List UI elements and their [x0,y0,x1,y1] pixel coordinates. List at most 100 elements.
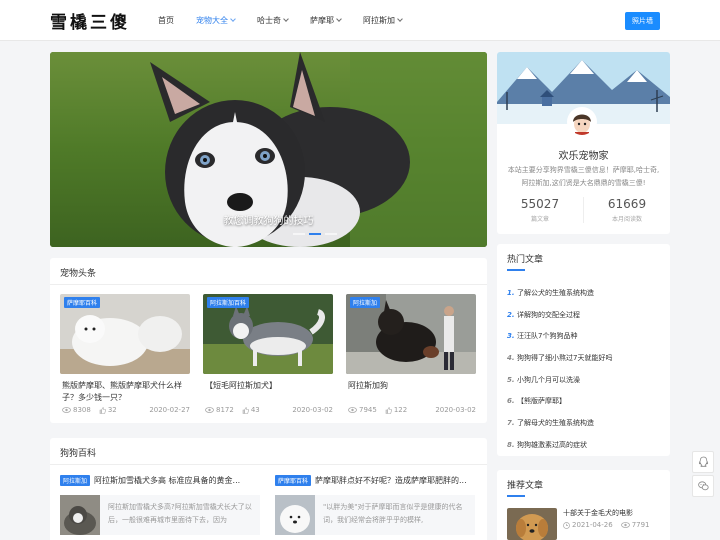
encyclopedia-item-body: "以胖为美"对于萨摩耶而言似乎是健康的代名词，我们经常会将胖乎乎的模样, [275,495,475,535]
hot-article-item[interactable]: 3. 汪汪队7个狗狗品种 [507,325,662,347]
category-tag[interactable]: 萨摩耶百科 [64,297,101,308]
site-logo[interactable]: 雪橇三傻 [50,8,130,33]
section-title: 推荐文章 [507,481,544,491]
slider-dot[interactable] [325,233,337,235]
encyclopedia-item[interactable]: 阿拉斯加 阿拉斯加雪橇犬多高 标准应具备的黄金... 阿拉斯加雪橇犬多高?阿拉斯加… [60,475,260,535]
pet-title[interactable]: 【短毛阿拉斯加犬】 [205,380,333,392]
encyclopedia-item[interactable]: 萨摩耶百科 萨摩耶胖点好不好呢？造成萨摩耶肥胖的... "以胖为美"对于萨摩耶而言… [275,475,475,535]
section-title: 狗狗百科 [60,449,97,459]
recommended-section: 推荐文章 十部关于金毛犬的电影 2021-04-26 7791 [497,470,670,540]
slider-dot[interactable] [293,233,305,235]
title-accent [507,495,525,497]
recommended-meta: 2021-04-26 7791 [563,521,650,529]
rank-number: 5. [507,375,515,384]
eye-icon [205,407,214,413]
hot-article-item[interactable]: 5. 小狗几个月可以洗澡 [507,369,662,391]
nav-item-pets[interactable]: 宠物大全 [196,15,236,26]
hot-article-title[interactable]: 狗狗雄激素过高的症状 [517,440,587,450]
hot-article-item[interactable]: 6. 【熊版萨摩耶】 [507,390,662,412]
pet-meta: 8172 43 2020-03-02 [205,406,333,414]
publish-date: 2020-02-27 [149,406,190,414]
hero-slider[interactable]: 教您调教狗狗的技巧 [50,52,487,247]
likes[interactable]: 122 [385,406,407,414]
like-count: 43 [250,406,260,414]
nav-label: 宠物大全 [196,16,228,25]
main-nav: 首页 宠物大全 哈士奇 萨摩耶 阿拉斯加 [158,0,424,41]
nav-item-home[interactable]: 首页 [158,15,174,26]
title-accent [507,269,525,271]
hot-article-title[interactable]: 详解狗的交配全过程 [517,310,580,320]
eye-icon [62,407,71,413]
hot-article-item[interactable]: 4. 狗狗得了细小熬过7天就能好吗 [507,347,662,369]
hot-article-title[interactable]: 了解公犬的生殖系统构造 [517,288,594,298]
site-header: 雪橇三傻 首页 宠物大全 哈士奇 萨摩耶 阿拉斯加 照片墙 [0,0,720,41]
recommended-thumbnail[interactable] [507,508,557,540]
avatar[interactable] [567,107,597,137]
hot-articles-section: 热门文章 1. 了解公犬的生殖系统构造 2. 详解狗的交配全过程 3. 汪汪队7个狗狗… [497,244,670,456]
pet-title[interactable]: 熊版萨摩耶、熊版萨摩耶犬什么样子？多少钱一只？ [62,380,190,404]
recommended-title[interactable]: 十部关于金毛犬的电影 [563,508,633,518]
divider [50,284,487,285]
stat-monthly-reads: 61669 本月阅读数 [583,197,670,223]
view-count: 8308 [73,406,91,414]
encyclopedia-thumbnail[interactable] [275,495,315,535]
encyclopedia-thumbnail[interactable] [60,495,100,535]
photo-wall-button[interactable]: 照片墙 [625,12,660,30]
category-tag[interactable]: 阿拉斯加百科 [207,297,250,308]
pet-thumbnail[interactable]: 阿拉斯加 [346,294,476,374]
samoyed-thumb-image [275,495,315,535]
hot-article-title[interactable]: 狗狗得了细小熬过7天就能好吗 [517,353,612,363]
slider-dot-active[interactable] [309,233,321,235]
category-tag[interactable]: 阿拉斯加 [350,297,381,308]
hot-article-item[interactable]: 1. 了解公犬的生殖系统构造 [507,282,662,304]
hot-article-title[interactable]: 【熊版萨摩耶】 [517,396,566,406]
hot-article-item[interactable]: 7. 了解母犬的生殖系统构造 [507,412,662,434]
rank-number: 2. [507,310,515,319]
category-tag[interactable]: 阿拉斯加 [60,475,91,486]
thumb-up-icon [242,406,249,414]
rank-number: 7. [507,418,515,427]
divider [50,464,487,465]
likes[interactable]: 43 [242,406,260,414]
nav-item-alaska[interactable]: 阿拉斯加 [363,15,403,26]
publish-date: 2020-03-02 [292,406,333,414]
views: 8172 [205,406,234,414]
encyclopedia-item-title[interactable]: 阿拉斯加 阿拉斯加雪橇犬多高 标准应具备的黄金... [60,475,260,486]
slider-dots [293,233,337,235]
rank-number: 1. [507,288,515,297]
encyclopedia-item-body: 阿拉斯加雪橇犬多高?阿拉斯加雪橇犬长大了以后，一般很难再城市里面待下去，因为 [60,495,260,535]
like-count: 32 [107,406,117,414]
profile-name: 欢乐宠物家 [558,151,609,162]
hot-article-item[interactable]: 8. 狗狗雄激素过高的症状 [507,434,662,456]
rank-number: 3. [507,332,515,341]
hot-article-title[interactable]: 汪汪队7个狗狗品种 [517,331,577,341]
encyclopedia-item-title-text: 阿拉斯加雪橇犬多高 标准应具备的黄金... [94,476,241,485]
stat-value: 61669 [607,197,647,211]
pet-title[interactable]: 阿拉斯加狗 [348,380,476,392]
qq-icon [698,456,708,468]
hot-article-item[interactable]: 2. 详解狗的交配全过程 [507,304,662,326]
dog-encyclopedia-section: 狗狗百科 阿拉斯加 阿拉斯加雪橇犬多高 标准应具备的黄金... 阿拉斯加雪橇犬多高… [50,438,487,540]
clock-icon [563,521,570,529]
nav-item-samoyed[interactable]: 萨摩耶 [310,15,342,26]
category-tag[interactable]: 萨摩耶百科 [275,475,312,486]
pet-thumbnail[interactable]: 阿拉斯加百科 [203,294,333,374]
profile-card: 欢乐宠物家 本站主要分享狗界雪橇三傻信息！萨摩耶,哈士奇,阿拉斯加,这们贤是大名… [497,52,670,234]
hot-article-title[interactable]: 小狗几个月可以洗澡 [517,375,580,385]
hero-caption[interactable]: 教您调教狗狗的技巧 [50,212,487,227]
likes[interactable]: 32 [99,406,117,414]
hot-article-title[interactable]: 了解母犬的生殖系统构造 [517,418,594,428]
pet-thumbnail[interactable]: 萨摩耶百科 [60,294,190,374]
qq-contact-button[interactable] [692,451,714,473]
thumb-up-icon [385,406,392,414]
stat-label: 篇文章 [530,216,549,223]
wechat-contact-button[interactable] [692,475,714,497]
nav-item-husky[interactable]: 哈士奇 [257,15,289,26]
pet-meta: 8308 32 2020-02-27 [62,406,190,414]
chevron-down-icon [230,16,236,22]
chevron-down-icon [397,16,403,22]
encyclopedia-excerpt: 阿拉斯加雪橇犬多高?阿拉斯加雪橇犬长大了以后，一般很难再城市里面待下去，因为 [108,503,252,524]
rank-number: 6. [507,397,515,406]
encyclopedia-item-title[interactable]: 萨摩耶百科 萨摩耶胖点好不好呢？造成萨摩耶肥胖的... [275,475,475,486]
nav-label: 哈士奇 [257,16,281,25]
